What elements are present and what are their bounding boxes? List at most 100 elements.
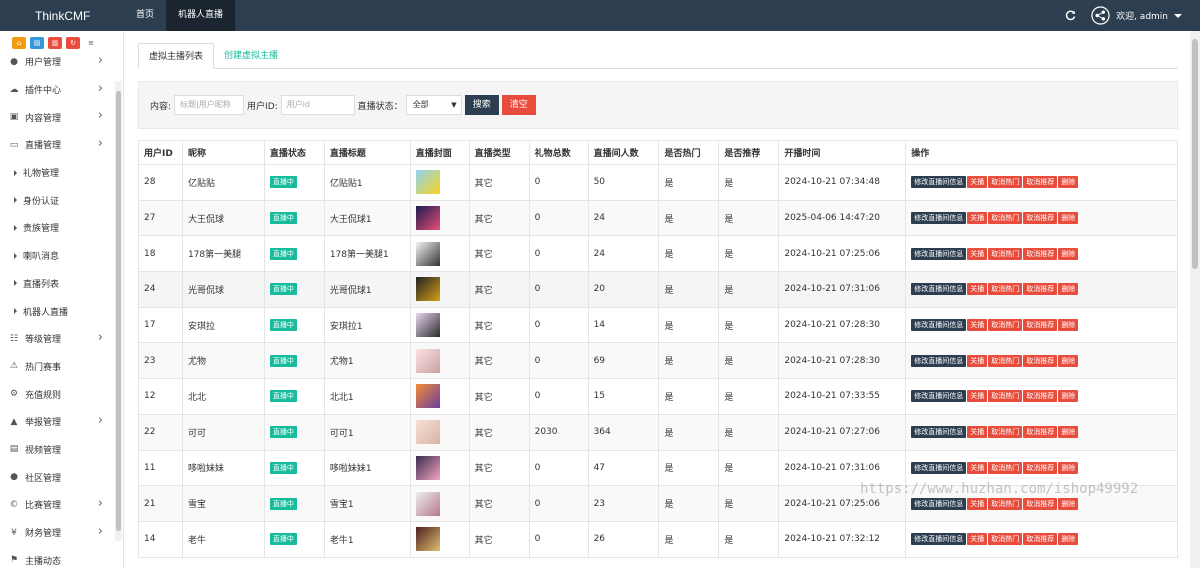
sidebar-subitem[interactable]: 礼物管理 (0, 159, 115, 187)
share-avatar-icon[interactable] (1091, 6, 1110, 25)
unset-hot-button[interactable]: 取消热门 (988, 497, 1023, 510)
sidebar-item[interactable]: ☁ 插件中心 › (0, 76, 115, 104)
unset-hot-button[interactable]: 取消热门 (988, 354, 1023, 367)
edit-room-button[interactable]: 修改直播间信息 (911, 461, 967, 474)
edit-room-button[interactable]: 修改直播间信息 (911, 212, 967, 225)
content-search-input[interactable]: 标题|用户昵称 (174, 95, 245, 115)
unset-recommend-button[interactable]: 取消推荐 (1023, 533, 1058, 546)
sidebar-item[interactable]: ▤ 视频管理 (0, 436, 115, 464)
cover-thumbnail[interactable] (415, 348, 440, 373)
unset-hot-button[interactable]: 取消热门 (988, 390, 1023, 403)
edit-room-button[interactable]: 修改直播间信息 (911, 176, 967, 189)
home-icon[interactable]: ⌂ (12, 36, 26, 49)
brand-logo[interactable]: ThinkCMF (0, 9, 124, 23)
cover-thumbnail[interactable] (415, 241, 440, 266)
cover-thumbnail[interactable] (415, 455, 440, 480)
stop-live-button[interactable]: 关播 (967, 533, 988, 546)
sidebar-item[interactable]: ▣ 内容管理 › (0, 103, 115, 131)
status-select[interactable]: 全部 ▼ (405, 95, 462, 115)
sidebar-scrollbar[interactable] (115, 81, 122, 541)
cover-thumbnail[interactable] (415, 313, 440, 338)
edit-room-button[interactable]: 修改直播间信息 (911, 497, 967, 510)
cover-thumbnail[interactable] (415, 527, 440, 552)
page-scrollbar[interactable] (1190, 31, 1200, 568)
cover-thumbnail[interactable] (415, 206, 440, 231)
unset-recommend-button[interactable]: 取消推荐 (1023, 247, 1058, 260)
sidebar-subitem[interactable]: 机器人直播 (0, 297, 115, 325)
stop-live-button[interactable]: 关播 (967, 319, 988, 332)
unset-hot-button[interactable]: 取消热门 (988, 283, 1023, 296)
edit-room-button[interactable]: 修改直播间信息 (911, 319, 967, 332)
unset-recommend-button[interactable]: 取消推荐 (1023, 354, 1058, 367)
sidebar-item[interactable]: ☷ 等级管理 › (0, 325, 115, 353)
delete-button[interactable]: 删除 (1058, 354, 1079, 367)
edit-room-button[interactable]: 修改直播间信息 (911, 390, 967, 403)
unset-recommend-button[interactable]: 取消推荐 (1023, 426, 1058, 439)
unset-recommend-button[interactable]: 取消推荐 (1023, 319, 1058, 332)
cover-thumbnail[interactable] (415, 384, 440, 409)
clear-button[interactable]: 清空 (501, 95, 536, 115)
sidebar-subitem[interactable]: 喇叭消息 (0, 242, 115, 270)
delete-button[interactable]: 删除 (1058, 283, 1079, 296)
sidebar-item[interactable]: ⚠ 热门赛事 (0, 353, 115, 381)
stop-live-button[interactable]: 关播 (967, 426, 988, 439)
top-nav-item[interactable]: 机器人直播 (166, 0, 236, 31)
file-icon[interactable]: ▤ (30, 36, 44, 49)
tab-create[interactable]: 创建虚拟主播 (214, 43, 288, 69)
unset-hot-button[interactable]: 取消热门 (988, 176, 1023, 189)
sidebar-subitem[interactable]: 身份认证 (0, 186, 115, 214)
stop-live-button[interactable]: 关播 (967, 390, 988, 403)
unset-hot-button[interactable]: 取消热门 (988, 212, 1023, 225)
unset-hot-button[interactable]: 取消热门 (988, 461, 1023, 474)
edit-room-button[interactable]: 修改直播间信息 (911, 533, 967, 546)
sidebar-subitem[interactable]: 贵族管理 (0, 214, 115, 242)
edit-room-button[interactable]: 修改直播间信息 (911, 426, 967, 439)
list-icon[interactable]: ≡ (84, 37, 98, 49)
cover-thumbnail[interactable] (415, 277, 440, 302)
userid-input[interactable]: 用户id (280, 95, 355, 115)
delete-button[interactable]: 删除 (1058, 497, 1079, 510)
welcome-user-menu[interactable]: 欢迎, admin (1116, 9, 1168, 22)
unset-hot-button[interactable]: 取消热门 (988, 247, 1023, 260)
unset-recommend-button[interactable]: 取消推荐 (1023, 497, 1058, 510)
cover-thumbnail[interactable] (415, 420, 440, 445)
delete-button[interactable]: 删除 (1058, 390, 1079, 403)
stop-live-button[interactable]: 关播 (967, 283, 988, 296)
delete-button[interactable]: 删除 (1058, 426, 1079, 439)
sidebar-subitem[interactable]: 直播列表 (0, 270, 115, 298)
delete-button[interactable]: 删除 (1058, 247, 1079, 260)
sidebar-item[interactable]: ▲ 举报管理 › (0, 408, 115, 436)
stop-live-button[interactable]: 关播 (967, 212, 988, 225)
unset-hot-button[interactable]: 取消热门 (988, 426, 1023, 439)
unset-recommend-button[interactable]: 取消推荐 (1023, 176, 1058, 189)
trash-icon[interactable]: ▥ (48, 36, 62, 49)
search-button[interactable]: 搜索 (464, 95, 499, 115)
cover-thumbnail[interactable] (415, 491, 440, 516)
sidebar-item[interactable]: © 比赛管理 › (0, 491, 115, 519)
caret-down-icon[interactable] (1174, 12, 1182, 20)
sidebar-item[interactable]: ⚑ 主播动态 (0, 546, 115, 568)
edit-room-button[interactable]: 修改直播间信息 (911, 247, 967, 260)
edit-room-button[interactable]: 修改直播间信息 (911, 354, 967, 367)
unset-recommend-button[interactable]: 取消推荐 (1023, 283, 1058, 296)
stop-live-button[interactable]: 关播 (967, 497, 988, 510)
sidebar-item[interactable]: ⚙ 充值规则 (0, 380, 115, 408)
sidebar-item[interactable]: ¥ 财务管理 › (0, 519, 115, 547)
sidebar-item[interactable]: ▭ 直播管理 › (0, 131, 115, 159)
cover-thumbnail[interactable] (415, 170, 440, 195)
sidebar-item[interactable]: ● 社区管理 (0, 463, 115, 491)
edit-room-button[interactable]: 修改直播间信息 (911, 283, 967, 296)
delete-button[interactable]: 删除 (1058, 461, 1079, 474)
unset-recommend-button[interactable]: 取消推荐 (1023, 212, 1058, 225)
stop-live-button[interactable]: 关播 (967, 247, 988, 260)
delete-button[interactable]: 删除 (1058, 176, 1079, 189)
delete-button[interactable]: 删除 (1058, 319, 1079, 332)
delete-button[interactable]: 删除 (1058, 212, 1079, 225)
unset-hot-button[interactable]: 取消热门 (988, 533, 1023, 546)
stop-live-button[interactable]: 关播 (967, 461, 988, 474)
top-nav-item[interactable]: 首页 (124, 0, 166, 31)
stop-live-button[interactable]: 关播 (967, 176, 988, 189)
stop-live-button[interactable]: 关播 (967, 354, 988, 367)
tab-list[interactable]: 虚拟主播列表 (138, 43, 215, 69)
delete-button[interactable]: 删除 (1058, 533, 1079, 546)
